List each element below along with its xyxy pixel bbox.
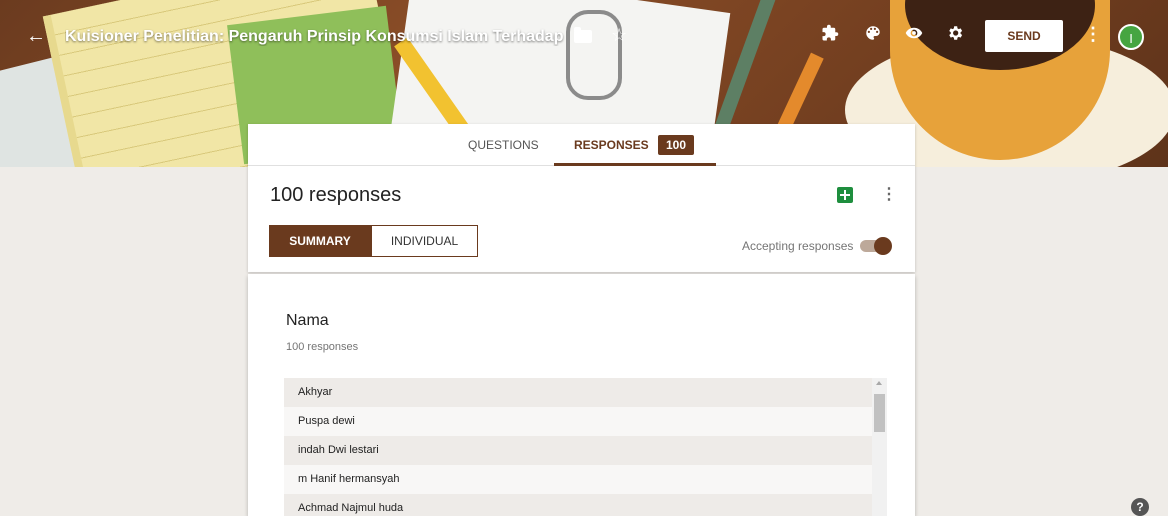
scrollbar-thumb[interactable] <box>874 394 885 432</box>
question-response-count: 100 responses <box>286 341 359 353</box>
list-item: Achmad Najmul huda <box>284 494 872 516</box>
tab-questions[interactable]: QUESTIONS <box>468 138 539 152</box>
gear-icon[interactable] <box>943 24 967 48</box>
question-title: Nama <box>286 312 329 329</box>
sheets-icon[interactable] <box>837 187 853 203</box>
scrollbar[interactable] <box>872 378 887 516</box>
accepting-responses-toggle[interactable] <box>860 237 892 255</box>
form-title[interactable]: Kuisioner Penelitian: Pengaruh Prinsip K… <box>65 28 565 46</box>
summary-button[interactable]: SUMMARY <box>269 225 371 257</box>
palette-icon[interactable] <box>861 24 885 48</box>
scroll-up-arrow-icon[interactable] <box>876 381 882 385</box>
list-item: indah Dwi lestari <box>284 436 872 465</box>
back-arrow-icon[interactable]: ← <box>24 24 48 48</box>
list-item: Akhyar <box>284 378 872 407</box>
individual-button[interactable]: INDIVIDUAL <box>371 225 478 257</box>
toggle-knob[interactable] <box>874 237 892 255</box>
help-icon[interactable]: ? <box>1131 498 1149 516</box>
star-icon[interactable]: ☆ <box>611 25 627 46</box>
answer-list[interactable]: Akhyar Puspa dewi indah Dwi lestari m Ha… <box>284 378 887 516</box>
avatar[interactable]: I <box>1118 24 1144 50</box>
list-item: m Hanif hermansyah <box>284 465 872 494</box>
accepting-responses-label: Accepting responses <box>742 239 854 253</box>
puzzle-icon[interactable] <box>818 24 842 48</box>
tab-responses[interactable]: RESPONSES <box>574 138 649 152</box>
send-button[interactable]: SEND <box>985 20 1063 52</box>
response-count-badge: 100 <box>658 135 694 155</box>
responses-heading: 100 responses <box>270 184 402 206</box>
eye-icon[interactable] <box>902 24 926 48</box>
folder-icon[interactable] <box>574 27 592 43</box>
more-vert-icon[interactable]: ⋮ <box>1084 24 1102 45</box>
list-item: Puspa dewi <box>284 407 872 436</box>
responses-card: QUESTIONS RESPONSES 100 100 responses ⋮ … <box>248 124 915 272</box>
active-tab-indicator <box>554 163 716 166</box>
question-summary-card: Nama 100 responses Akhyar Puspa dewi ind… <box>248 274 915 516</box>
more-vert-icon[interactable]: ⋮ <box>881 184 897 204</box>
tab-bar: QUESTIONS RESPONSES 100 <box>248 124 915 166</box>
top-bar: ← Kuisioner Penelitian: Pengaruh Prinsip… <box>0 14 1168 60</box>
